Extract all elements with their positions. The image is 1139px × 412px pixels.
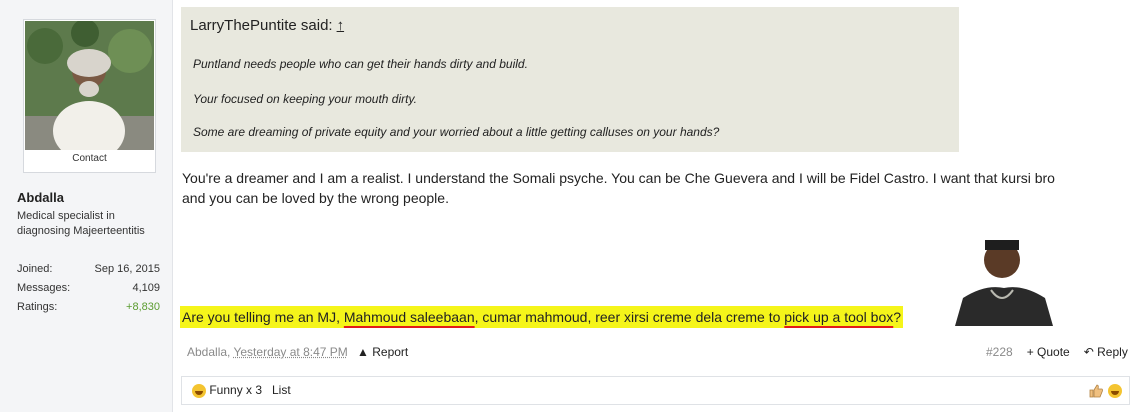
quote-line: Your focused on keeping your mouth dirty… [193,92,417,106]
highlighted-message-line: Are you telling me an MJ, Mahmoud saleeb… [180,306,904,328]
funny-rating-summary[interactable]: Funny x 3 [192,383,262,398]
thumbs-up-rate-icon[interactable] [1088,383,1104,402]
quote-button[interactable]: + Quote [1027,345,1070,359]
underlined-text: Mahmoud saleebaan [343,309,475,325]
stat-ratings: Ratings: +8,830 [17,297,160,316]
funny-count: Funny x 3 [209,383,263,397]
report-button[interactable]: ▲ Report [357,345,408,359]
highlight-text: Are you telling me an MJ, [182,309,344,325]
laughing-emoji-icon [1108,383,1122,398]
contact-link[interactable]: Contact [24,153,155,164]
reply-button[interactable]: ↶ Reply [1084,345,1128,359]
warning-icon: ▲ [357,345,369,359]
reply-icon: ↶ [1083,345,1094,359]
report-label: Report [372,345,409,359]
stat-messages: Messages: 4,109 [17,278,160,297]
post-meta: Abdalla, Yesterday at 8:47 PM [187,345,348,359]
stat-label: Messages: [17,281,71,294]
post-author-link[interactable]: Abdalla [187,345,227,359]
reply-label: Reply [1097,345,1128,359]
laughing-emoji-icon [192,383,206,398]
stat-value: +8,830 [126,300,160,313]
stat-label: Joined: [17,262,53,275]
quote-line: Some are dreaming of private equity and … [193,125,720,139]
quote-header: LarryThePuntite said: ↑ [190,17,344,34]
ratings-bar: Funny x 3 List [181,376,1130,405]
avatar-card: Contact [23,19,156,173]
username[interactable]: Abdalla [17,190,64,205]
post-number-link[interactable]: #228 [986,345,1013,359]
quote-line: Puntland needs people who can get their … [193,57,528,71]
post-time-link[interactable]: Yesterday at 8:47 PM [233,345,347,359]
jump-to-quote-icon[interactable]: ↑ [337,17,345,34]
user-title: Medical specialist in diagnosing Majeert… [17,210,145,237]
quote-author: LarryThePuntite said: [190,17,333,34]
avatar[interactable] [25,21,154,150]
ratings-list-link[interactable]: List [272,383,291,397]
stat-label: Ratings: [17,300,58,313]
highlight-text: ? [893,309,902,325]
user-stats: Joined: Sep 16, 2015 Messages: 4,109 Rat… [17,259,160,316]
user-sidebar: Contact Abdalla Medical specialist in di… [0,0,173,412]
stat-value[interactable]: 4,109 [132,282,160,294]
laugh-rate-icon[interactable] [1108,383,1122,398]
stat-joined: Joined: Sep 16, 2015 [17,259,160,278]
highlight-text: , cumar mahmoud, reer xirsi creme dela c… [474,309,785,325]
stat-value: Sep 16, 2015 [94,262,160,275]
underlined-text: pick up a tool box [784,309,894,325]
post-actions: #228 + Quote ↶ Reply [986,345,1128,359]
message-text-line: You're a dreamer and I am a realist. I u… [182,170,1055,186]
message-text-line: and you can be loved by the wrong people… [182,190,449,206]
quote-block: LarryThePuntite said: ↑ Puntland needs pe… [181,7,959,152]
reaction-image [955,228,1053,326]
